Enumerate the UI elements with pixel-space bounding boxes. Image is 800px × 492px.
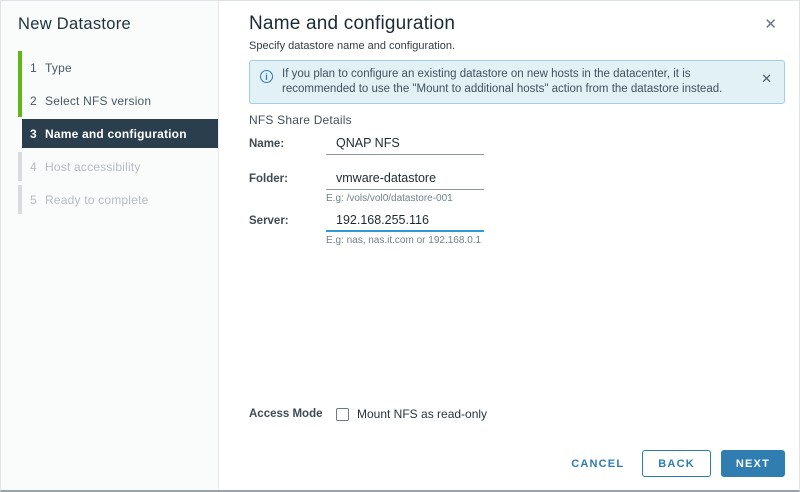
folder-input-wrap <box>326 169 484 190</box>
wizard-sidebar: New Datastore 1 Type 2 Select NFS versio… <box>1 1 219 490</box>
step-number: 1 <box>30 60 37 75</box>
banner-close-icon[interactable]: ✕ <box>761 71 772 87</box>
sidebar-item-step-type[interactable]: 1 Type <box>1 51 218 84</box>
wizard-title: New Datastore <box>18 15 132 33</box>
step-progress-bar <box>18 152 22 181</box>
step-label: Host accessibility <box>45 159 141 174</box>
back-button[interactable]: BACK <box>642 450 711 477</box>
server-input-wrap <box>326 211 484 232</box>
wizard-content: ✕ Name and configuration Specify datasto… <box>219 1 799 490</box>
sidebar-item-step-host-accessibility: 4 Host accessibility <box>1 150 218 183</box>
step-label: Ready to complete <box>45 192 149 207</box>
access-mode-label: Access Mode <box>249 408 323 420</box>
server-hint: E.g: nas, nas.it.com or 192.168.0.1 <box>326 235 482 246</box>
folder-input[interactable] <box>326 169 484 190</box>
info-banner: i If you plan to configure an existing d… <box>249 60 785 104</box>
page-title: Name and configuration <box>249 13 456 34</box>
access-mode-row: Access Mode Mount NFS as read-only <box>249 407 487 421</box>
info-icon: i <box>260 70 273 83</box>
sidebar-item-step-nfs-version[interactable]: 2 Select NFS version <box>1 84 218 117</box>
step-progress-bar <box>18 185 22 214</box>
footer-actions: CANCEL BACK NEXT <box>561 450 785 477</box>
new-datastore-wizard: New Datastore 1 Type 2 Select NFS versio… <box>0 0 800 492</box>
step-number: 2 <box>30 93 37 108</box>
step-progress-bar <box>18 117 22 150</box>
close-icon[interactable]: ✕ <box>764 17 777 32</box>
sidebar-item-step-name-config[interactable]: 3 Name and configuration <box>1 117 218 150</box>
info-banner-text: If you plan to configure an existing dat… <box>282 68 723 95</box>
nfs-share-details-title: NFS Share Details <box>249 113 352 127</box>
name-label: Name: <box>249 138 285 150</box>
step-number: 3 <box>30 126 37 141</box>
name-input[interactable] <box>326 134 484 155</box>
step-progress-bar <box>18 51 22 84</box>
step-label: Type <box>45 60 72 75</box>
readonly-checkbox[interactable] <box>336 407 349 421</box>
step-label: Name and configuration <box>45 126 187 141</box>
folder-hint: E.g: /vols/vol0/datastore-001 <box>326 193 453 204</box>
cancel-button[interactable]: CANCEL <box>561 452 634 476</box>
folder-label: Folder: <box>249 173 288 185</box>
server-field-row: Server: <box>249 211 785 232</box>
sidebar-item-step-ready-complete: 5 Ready to complete <box>1 183 218 216</box>
page-subtitle: Specify datastore name and configuration… <box>249 40 456 52</box>
readonly-checkbox-label: Mount NFS as read-only <box>357 407 488 421</box>
next-button[interactable]: NEXT <box>720 450 785 477</box>
step-number: 4 <box>30 159 37 174</box>
step-progress-bar <box>18 84 22 117</box>
folder-field-row: Folder: <box>249 169 785 190</box>
wizard-steps: 1 Type 2 Select NFS version 3 Name and c… <box>1 51 218 216</box>
step-label: Select NFS version <box>45 93 152 108</box>
name-field-row: Name: <box>249 134 785 155</box>
server-input[interactable] <box>326 211 484 232</box>
step-number: 5 <box>30 192 37 207</box>
name-input-wrap <box>326 134 484 155</box>
server-label: Server: <box>249 215 289 227</box>
